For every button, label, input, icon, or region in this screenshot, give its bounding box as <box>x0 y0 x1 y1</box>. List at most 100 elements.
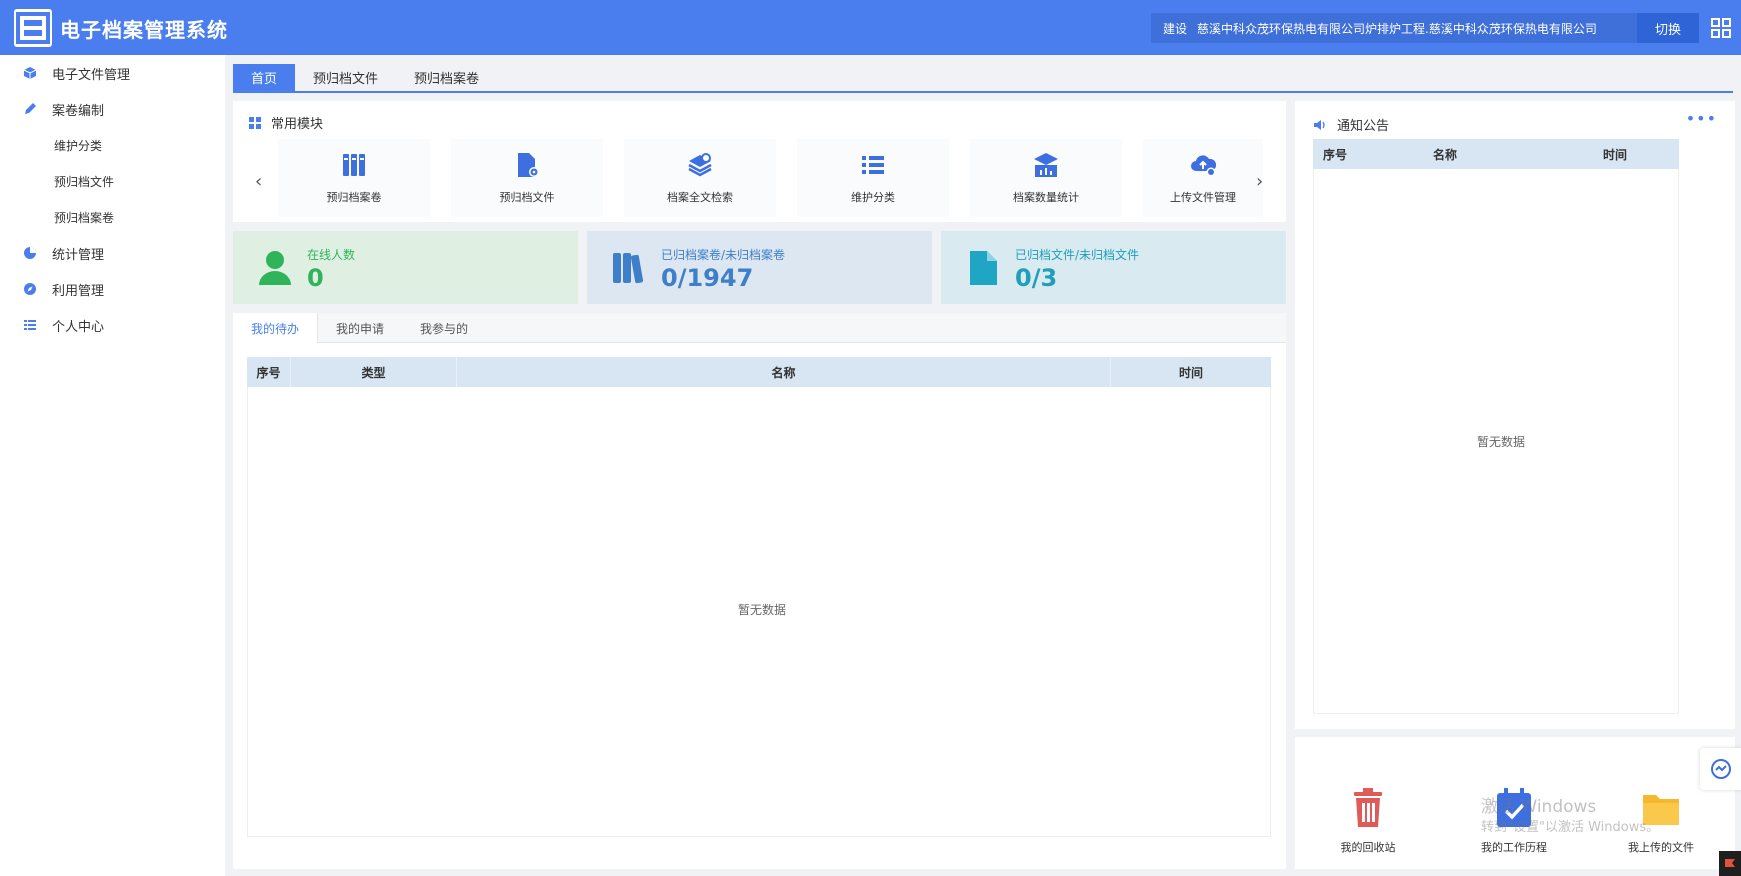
sidebar-item-label: 利用管理 <box>52 283 105 299</box>
books-icon <box>613 253 644 284</box>
stat-value: 0/3 <box>1015 264 1058 292</box>
tab-my-applications[interactable]: 我的申请 <box>318 313 402 343</box>
empty-message: 暂无数据 <box>738 603 787 617</box>
tab-home[interactable]: 首页 <box>233 64 296 91</box>
sidebar: 电子文件管理 案卷编制 维护分类 预归档文件 预归档案卷 统计管理 利用管理 个… <box>0 55 225 876</box>
stat-label: 在线人数 <box>307 248 356 262</box>
stat-label: 已归档案卷/未归档案卷 <box>661 248 786 262</box>
windows-watermark-title: 激活 Windows <box>1481 797 1597 817</box>
col-time: 时间 <box>1178 365 1203 380</box>
chevron-left-icon[interactable]: ‹ <box>255 171 262 192</box>
quick-link-label: 我上传的文件 <box>1628 841 1694 854</box>
module-label: 预归档文件 <box>499 191 555 204</box>
sidebar-item-utilization[interactable]: 利用管理 <box>0 271 225 307</box>
sidebar-subitem-prearchive-file[interactable]: 预归档文件 <box>0 163 225 199</box>
sidebar-subitem-maintain-category[interactable]: 维护分类 <box>0 127 225 163</box>
header-bar: 电子档案管理系统 建设 慈溪中科众茂环保热电有限公司炉排炉工程.慈溪中科众茂环保… <box>0 0 1741 55</box>
notice-table-header: 序号 名称 时间 <box>1313 139 1679 169</box>
app-logo <box>14 9 52 47</box>
sidebar-item-label: 统计管理 <box>52 247 105 263</box>
tasks-table-body: 暂无数据 <box>247 387 1271 837</box>
floating-translate-button[interactable] <box>1700 748 1741 790</box>
quick-link-label: 我的工作历程 <box>1481 841 1547 854</box>
col-index: 序号 <box>1323 147 1348 162</box>
pencil-icon <box>22 101 38 117</box>
binders-icon <box>343 154 365 176</box>
modules-title: 常用模块 <box>249 113 323 132</box>
module-label: 上传文件管理 <box>1170 191 1236 204</box>
col-index: 序号 <box>247 357 291 387</box>
sidebar-subitem-prearchive-volume[interactable]: 预归档案卷 <box>0 199 225 235</box>
org-selector[interactable]: 建设 慈溪中科众茂环保热电有限公司炉排炉工程.慈溪中科众茂环保热电有限公司 <box>1151 13 1637 43</box>
module-archive-statistics[interactable]: 档案数量统计 <box>970 139 1122 217</box>
notice-panel: 通知公告 ••• 序号 名称 时间 暂无数据 <box>1295 101 1735 729</box>
file-icon <box>970 251 997 285</box>
sidebar-item-label: 案卷编制 <box>52 103 105 119</box>
sidebar-item-label: 个人中心 <box>52 319 105 335</box>
empty-message: 暂无数据 <box>1477 435 1526 449</box>
list-icon <box>22 317 38 333</box>
sidebar-item-label: 电子文件管理 <box>52 67 131 83</box>
refresh-icon <box>1710 759 1731 779</box>
grid-small-icon <box>249 116 261 129</box>
col-name: 名称 <box>457 357 1111 387</box>
modules-title-text: 常用模块 <box>271 117 324 132</box>
switch-button[interactable]: 切换 <box>1637 13 1699 43</box>
task-tabs: 我的待办 我的申请 我参与的 <box>233 313 1286 343</box>
module-prearchive-volume[interactable]: 预归档案卷 <box>278 139 430 217</box>
layers-search-icon <box>688 153 712 177</box>
module-fulltext-search[interactable]: 档案全文检索 <box>624 139 776 217</box>
quick-link-recycle-bin[interactable]: 我的回收站 <box>1318 787 1418 855</box>
tab-my-participation[interactable]: 我参与的 <box>402 313 486 343</box>
sidebar-item-volume-compile[interactable]: 案卷编制 <box>0 91 225 127</box>
more-icon[interactable]: ••• <box>1686 109 1717 128</box>
notice-title: 通知公告 <box>1313 115 1389 134</box>
tab-prearchive-volume[interactable]: 预归档案卷 <box>396 64 497 91</box>
org-name: 慈溪中科众茂环保热电有限公司炉排炉工程.慈溪中科众茂环保热电有限公司 <box>1197 21 1597 36</box>
stat-value: 0/1947 <box>661 264 754 292</box>
col-time: 时间 <box>1603 147 1628 162</box>
pie-chart-icon <box>22 245 38 261</box>
tasks-table-header: 序号 类型 名称 时间 <box>247 357 1271 387</box>
module-maintain-category[interactable]: 维护分类 <box>797 139 949 217</box>
module-label: 档案数量统计 <box>1013 191 1079 204</box>
list-icon <box>862 156 884 174</box>
cloud-upload-icon <box>1191 155 1217 177</box>
tab-my-todo[interactable]: 我的待办 <box>233 313 319 343</box>
col-type: 类型 <box>291 357 457 387</box>
windows-watermark-subtitle: 转到"设置"以激活 Windows。 <box>1481 820 1660 835</box>
notice-table-body: 暂无数据 <box>1313 169 1679 714</box>
notice-title-text: 通知公告 <box>1337 119 1390 134</box>
flag-icon <box>1725 859 1735 867</box>
stats-box-icon <box>1034 153 1058 177</box>
module-upload-management[interactable]: 上传文件管理 <box>1143 139 1263 217</box>
chevron-right-icon[interactable]: › <box>1256 171 1263 192</box>
sidebar-item-personal-center[interactable]: 个人中心 <box>0 307 225 343</box>
stat-archived-files: 已归档文件/未归档文件 0/3 <box>941 231 1286 304</box>
module-label: 档案全文检索 <box>667 191 733 204</box>
org-prefix: 建设 <box>1163 21 1188 36</box>
corner-widget[interactable] <box>1719 851 1741 876</box>
sidebar-item-file-management[interactable]: 电子文件管理 <box>0 55 225 91</box>
stat-archived-volumes: 已归档案卷/未归档案卷 0/1947 <box>587 231 932 304</box>
compass-icon <box>22 281 38 297</box>
cube-icon <box>22 65 38 81</box>
stat-value: 0 <box>307 264 324 292</box>
module-label: 预归档案卷 <box>326 191 382 204</box>
modules-panel: 常用模块 ‹ 预归档案卷 预归档文件 档案全文检索 维护分类 档案数量统计 上传… <box>233 101 1286 222</box>
tab-prearchive-file[interactable]: 预归档文件 <box>295 64 396 91</box>
speaker-icon <box>1314 119 1325 130</box>
file-gear-icon <box>518 153 539 177</box>
page-tabs: 首页 预归档文件 预归档案卷 <box>233 64 1733 93</box>
quick-link-label: 我的回收站 <box>1340 841 1396 854</box>
app-title: 电子档案管理系统 <box>60 18 228 42</box>
stat-online-users: 在线人数 0 <box>233 231 578 304</box>
trash-icon <box>1354 788 1382 827</box>
module-prearchive-file[interactable]: 预归档文件 <box>451 139 603 217</box>
sidebar-item-statistics[interactable]: 统计管理 <box>0 235 225 271</box>
tasks-panel: 我的待办 我的申请 我参与的 序号 类型 名称 时间 暂无数据 <box>233 313 1286 869</box>
col-name: 名称 <box>1433 147 1458 162</box>
app-grid-icon[interactable] <box>1711 18 1731 38</box>
stat-label: 已归档文件/未归档文件 <box>1015 248 1140 262</box>
module-label: 维护分类 <box>851 191 895 204</box>
